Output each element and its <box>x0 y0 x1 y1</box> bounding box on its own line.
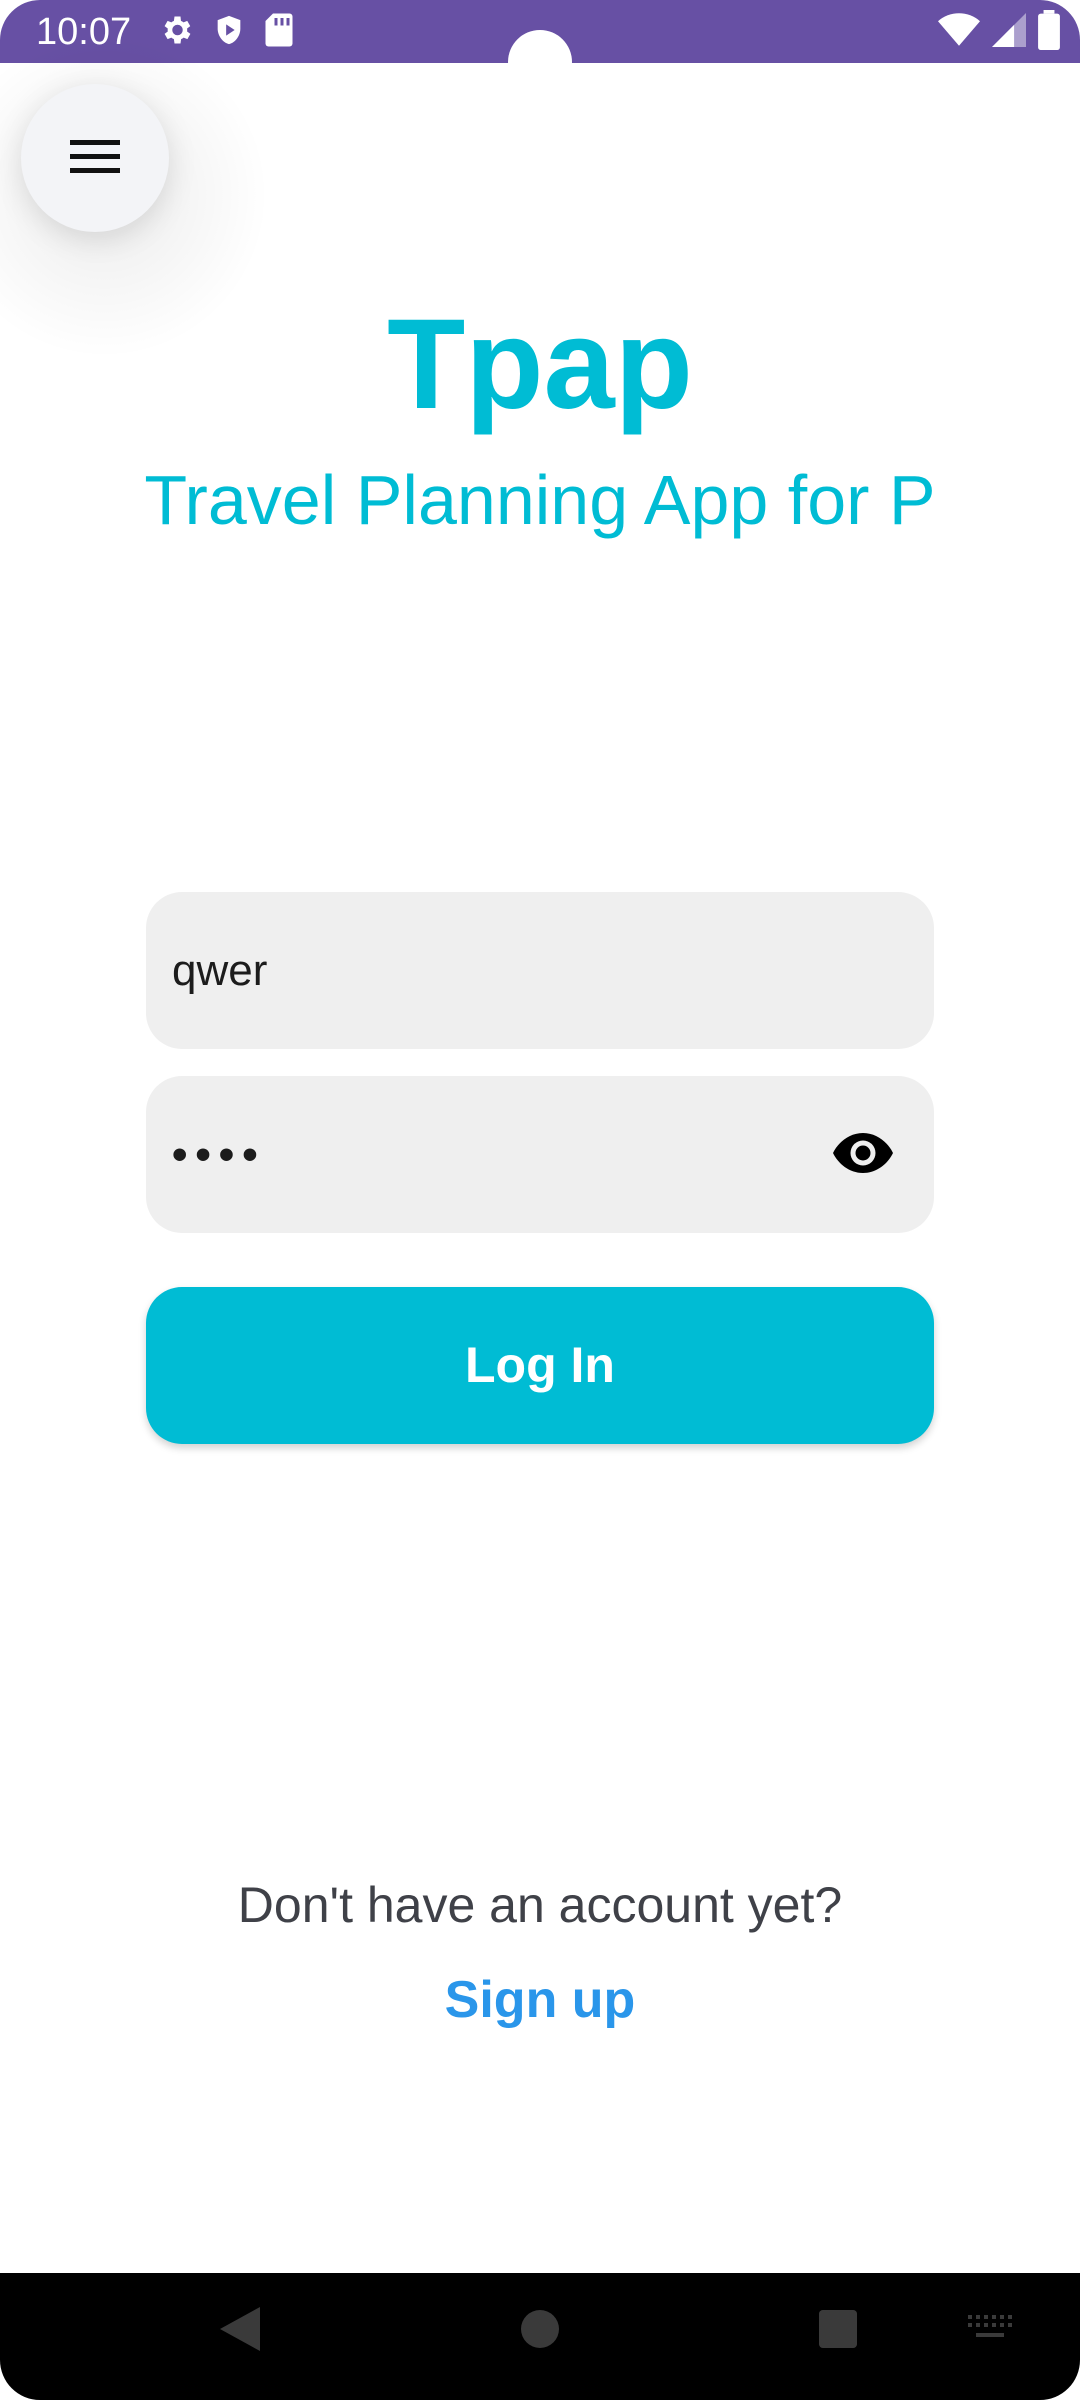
camera-cutout <box>508 30 572 94</box>
home-button[interactable] <box>510 2301 570 2361</box>
back-icon <box>220 2306 260 2356</box>
home-icon <box>521 2309 559 2353</box>
keyboard-switch-button[interactable] <box>960 2301 1020 2361</box>
username-field[interactable]: qwer <box>146 892 934 1049</box>
keyboard-icon <box>968 2314 1012 2349</box>
password-field[interactable]: •••• <box>146 1076 934 1233</box>
shield-icon <box>212 12 246 53</box>
app-subtitle: Travel Planning App for P <box>144 461 936 539</box>
back-button[interactable] <box>210 2301 270 2361</box>
cellular-signal-icon <box>992 12 1026 53</box>
menu-button[interactable] <box>21 84 169 232</box>
recents-icon <box>819 2309 857 2353</box>
status-icons-left <box>158 12 294 52</box>
app-title: Tpap <box>387 293 693 436</box>
hamburger-menu-icon <box>70 138 120 179</box>
wifi-icon <box>938 12 980 53</box>
username-value: qwer <box>172 946 268 995</box>
signup-link[interactable]: Sign up <box>390 1965 690 2035</box>
password-visibility-toggle[interactable] <box>832 1124 894 1186</box>
status-icons-right <box>938 9 1060 55</box>
battery-icon <box>1038 9 1060 55</box>
sd-card-icon <box>264 12 294 53</box>
navigation-bar <box>0 2273 1080 2400</box>
eye-icon <box>833 1132 893 1178</box>
login-button[interactable]: Log In <box>146 1287 934 1444</box>
signup-prompt: Don't have an account yet? <box>237 1877 843 1933</box>
login-screen: 10:07 <box>0 0 1080 2400</box>
recents-button[interactable] <box>808 2301 868 2361</box>
password-value: •••• <box>172 1130 266 1179</box>
